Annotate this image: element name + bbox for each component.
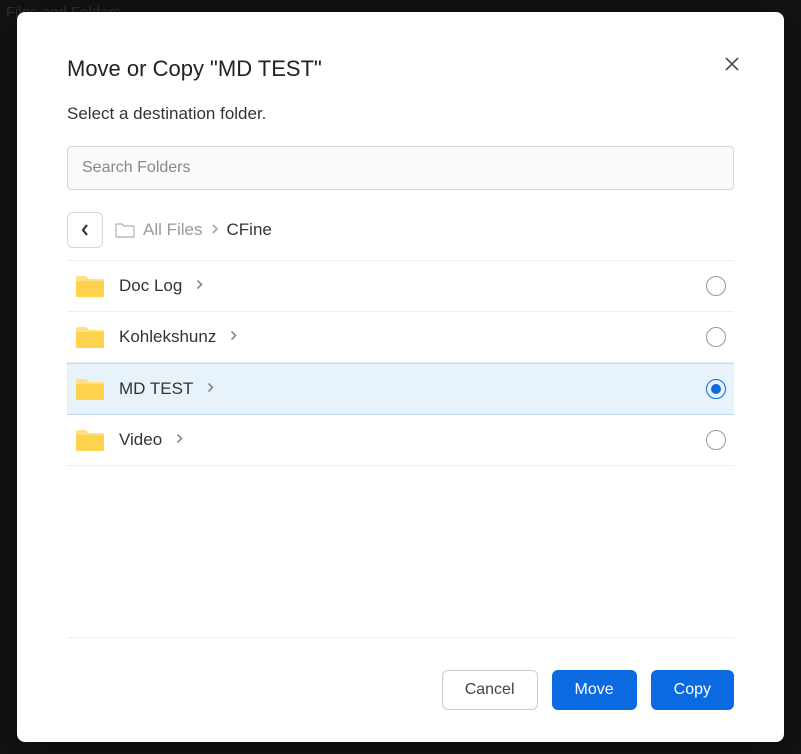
breadcrumb-root[interactable]: All Files	[143, 220, 203, 240]
folder-radio[interactable]	[706, 327, 726, 347]
folder-outline-icon	[115, 222, 135, 238]
cancel-button[interactable]: Cancel	[442, 670, 538, 710]
chevron-right-icon	[207, 380, 214, 398]
search-folders-input[interactable]	[67, 146, 734, 190]
chevron-left-icon	[80, 223, 90, 237]
chevron-right-icon	[230, 328, 237, 346]
footer-divider	[67, 637, 734, 638]
folder-name: Doc Log	[119, 276, 182, 296]
move-button[interactable]: Move	[552, 670, 637, 710]
back-button[interactable]	[67, 212, 103, 248]
dialog-subtitle: Select a destination folder.	[67, 104, 734, 124]
folder-item[interactable]: Doc Log	[67, 261, 734, 312]
folder-radio[interactable]	[706, 430, 726, 450]
folder-icon	[75, 324, 105, 350]
folder-name: MD TEST	[119, 379, 193, 399]
folder-item[interactable]: MD TEST	[67, 363, 734, 415]
breadcrumb: All Files CFine	[115, 220, 272, 240]
breadcrumb-row: All Files CFine	[67, 212, 734, 248]
folder-list: Doc Log Kohlekshunz MD TEST Video	[67, 260, 734, 629]
chevron-right-icon	[176, 431, 183, 449]
chevron-right-icon	[211, 220, 219, 240]
dialog-footer: Cancel Move Copy	[67, 670, 734, 710]
copy-button[interactable]: Copy	[651, 670, 734, 710]
close-button[interactable]	[720, 52, 744, 76]
close-icon	[724, 56, 740, 72]
folder-item[interactable]: Video	[67, 415, 734, 466]
dialog-title: Move or Copy "MD TEST"	[67, 56, 734, 82]
chevron-right-icon	[196, 277, 203, 295]
folder-name: Video	[119, 430, 162, 450]
folder-icon	[75, 427, 105, 453]
folder-icon	[75, 376, 105, 402]
folder-name: Kohlekshunz	[119, 327, 216, 347]
folder-icon	[75, 273, 105, 299]
move-copy-dialog: Move or Copy "MD TEST" Select a destinat…	[17, 12, 784, 742]
folder-radio[interactable]	[706, 379, 726, 399]
breadcrumb-current: CFine	[227, 220, 272, 240]
folder-item[interactable]: Kohlekshunz	[67, 312, 734, 363]
folder-radio[interactable]	[706, 276, 726, 296]
